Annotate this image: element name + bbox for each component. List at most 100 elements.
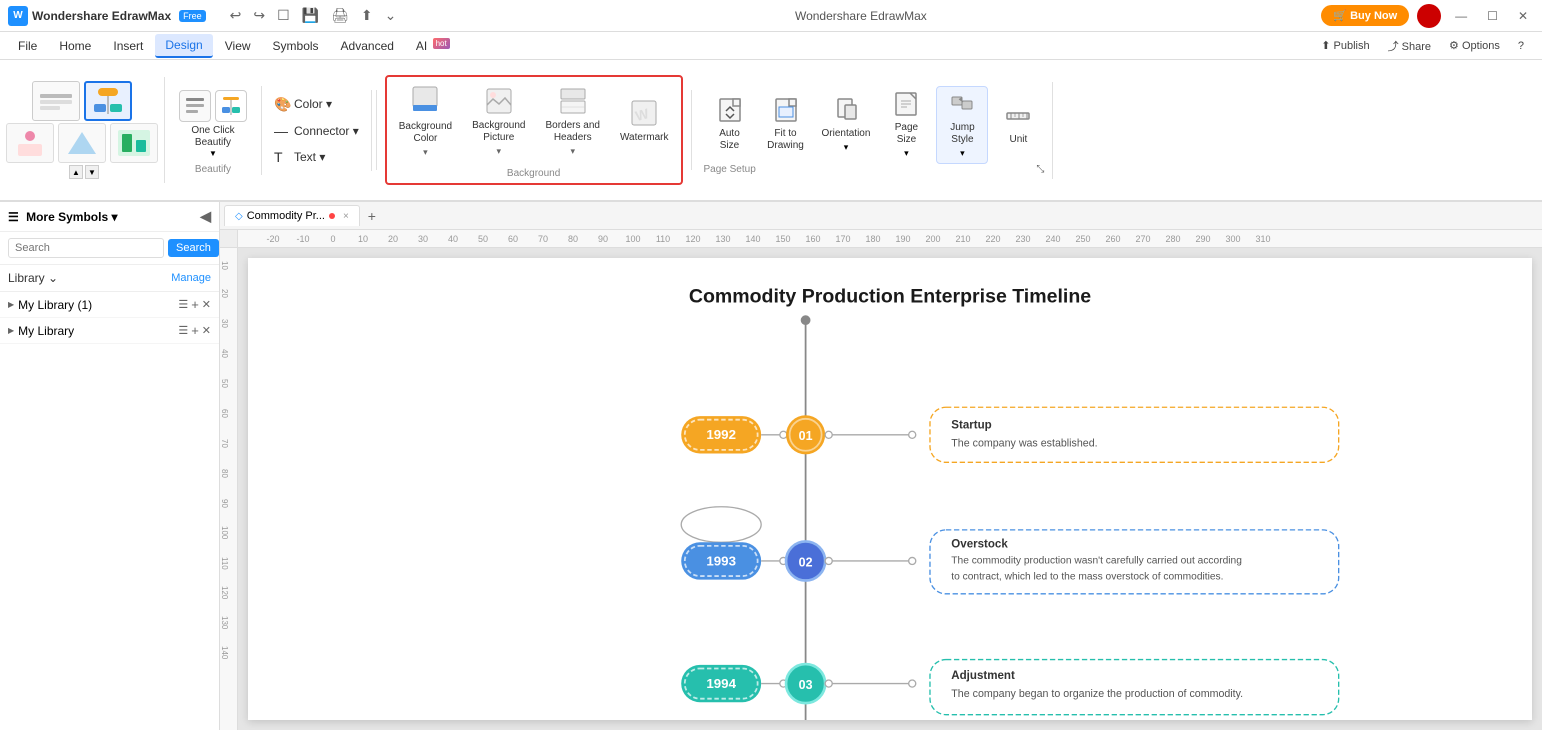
v-mark: 50: [220, 368, 229, 398]
tab-commodity[interactable]: ◇ Commodity Pr... ×: [224, 205, 360, 226]
canvas-with-rulers: -20 -10 0 10 20 30 40 50 60 70 80 90 100…: [220, 230, 1542, 730]
tab-close-btn[interactable]: ×: [343, 211, 349, 222]
export-btn[interactable]: ⬆: [357, 5, 377, 26]
watermark-btn[interactable]: W Watermark: [614, 95, 675, 148]
menu-advanced[interactable]: Advanced: [331, 35, 404, 57]
menu-file[interactable]: File: [8, 35, 47, 57]
tabs-bar: ◇ Commodity Pr... × +: [220, 202, 1542, 230]
new-doc-btn[interactable]: ☐: [273, 5, 294, 26]
redo-btn[interactable]: ↪: [249, 5, 269, 26]
scroll-up-btn[interactable]: ▲: [69, 165, 83, 179]
user-avatar[interactable]: [1417, 4, 1441, 28]
help-btn[interactable]: ?: [1512, 37, 1530, 55]
window-title: Wondershare EdrawMax: [400, 9, 1321, 23]
sidebar-collapse-btn[interactable]: ◀: [200, 208, 211, 225]
background-group-label: Background: [507, 166, 560, 179]
undo-btn[interactable]: ↩: [226, 5, 246, 26]
add-tab-btn[interactable]: +: [360, 204, 384, 228]
restore-btn[interactable]: ☐: [1481, 7, 1504, 25]
one-click-preview-5[interactable]: [110, 123, 158, 163]
main-area: ☰ More Symbols ▾ ◀ Search Library ⌄ Mana…: [0, 202, 1542, 730]
menu-symbols[interactable]: Symbols: [263, 35, 329, 57]
print-btn[interactable]: 🖨: [327, 5, 353, 26]
background-color-btn[interactable]: BackgroundColor ▾: [393, 81, 458, 162]
ruler-mark: 180: [858, 234, 888, 244]
timeline-diagram: Commodity Production Enterprise Timeline…: [248, 258, 1532, 720]
library-title: Library ⌄: [8, 271, 171, 285]
one-click-preview-4[interactable]: [58, 123, 106, 163]
bg-color-arrow: ▾: [423, 147, 428, 158]
page-size-btn[interactable]: PageSize ▾: [880, 87, 932, 163]
connector-label: Connector ▾: [294, 124, 359, 138]
ruler-mark: 50: [468, 234, 498, 244]
lib-add-1[interactable]: +: [191, 297, 199, 312]
menu-home[interactable]: Home: [49, 35, 101, 57]
diagram-title: Commodity Production Enterprise Timeline: [689, 285, 1091, 307]
ruler-mark: 170: [828, 234, 858, 244]
num-03-text: 03: [799, 678, 813, 692]
save-btn[interactable]: 💾: [298, 5, 323, 26]
background-picture-btn[interactable]: BackgroundPicture ▾: [466, 83, 531, 161]
canvas-page: Commodity Production Enterprise Timeline…: [248, 258, 1532, 720]
more-btn[interactable]: ⌄: [381, 5, 401, 26]
num-01-text: 01: [799, 429, 813, 443]
page-setup-expand[interactable]: ⤡: [1036, 164, 1044, 175]
publish-btn[interactable]: ⬆ Publish: [1315, 36, 1375, 55]
lib-add-2[interactable]: +: [191, 323, 199, 338]
buy-now-button[interactable]: 🛒 Buy Now: [1321, 5, 1409, 26]
minimize-btn[interactable]: —: [1449, 7, 1473, 25]
num-02-text: 02: [799, 555, 813, 569]
orientation-btn[interactable]: Orientation ▾: [816, 93, 877, 157]
lib-copy-2[interactable]: ☰: [178, 324, 188, 337]
manage-btn[interactable]: Manage: [171, 272, 211, 284]
my-library-2-item[interactable]: ▶ My Library ☰ + ✕: [0, 318, 219, 344]
unit-btn[interactable]: Unit: [992, 99, 1044, 150]
menu-ai[interactable]: AI hot: [406, 35, 460, 57]
text-btn[interactable]: T Text ▾: [270, 147, 363, 167]
lib-close-2[interactable]: ✕: [202, 324, 211, 337]
menu-design[interactable]: Design: [155, 34, 212, 58]
one-click-beautify-btn[interactable]: One ClickBeautify ▼: [171, 86, 255, 162]
my-library-1-item[interactable]: ▶ My Library (1) ☰ + ✕: [0, 292, 219, 318]
ribbon-group-one-click: ▲ ▼: [0, 77, 165, 183]
borders-headers-btn[interactable]: Borders andHeaders ▾: [539, 83, 605, 161]
ribbon: ▲ ▼: [0, 60, 1542, 202]
library-2-name: My Library: [18, 324, 178, 338]
auto-size-btn[interactable]: AutoSize: [704, 93, 756, 156]
search-button[interactable]: Search: [168, 239, 219, 257]
v-ruler-content: 10 20 30 40 50 60 70 80 90 100 110 120 1…: [220, 248, 237, 668]
jump-style-btn[interactable]: JumpStyle ▾: [936, 86, 988, 164]
close-btn[interactable]: ✕: [1512, 7, 1534, 25]
one-click-preview-1[interactable]: [32, 81, 80, 121]
orientation-label: Orientation: [822, 128, 871, 140]
orientation-icon: [833, 97, 859, 126]
menu-insert[interactable]: Insert: [103, 35, 153, 57]
fit-to-drawing-btn[interactable]: Fit toDrawing: [760, 93, 812, 156]
conn-end-2: [909, 557, 916, 564]
color-btn[interactable]: 🎨 Color ▾: [270, 94, 363, 115]
v-mark: 130: [220, 608, 229, 638]
canvas-viewport[interactable]: Commodity Production Enterprise Timeline…: [238, 248, 1542, 730]
text-icon: T: [274, 149, 290, 165]
ruler-mark: 30: [408, 234, 438, 244]
v-mark: 140: [220, 638, 229, 668]
one-click-preview-3[interactable]: [6, 123, 54, 163]
ruler-mark: 250: [1068, 234, 1098, 244]
connector-btn[interactable]: — Connector ▾: [270, 121, 363, 141]
year-1992-text: 1992: [706, 427, 736, 442]
top-dot: [801, 316, 810, 325]
options-btn[interactable]: ⚙ Options: [1443, 36, 1506, 55]
ruler-mark: 60: [498, 234, 528, 244]
jump-style-icon: [949, 91, 975, 120]
menu-view[interactable]: View: [215, 35, 261, 57]
v-mark: 100: [220, 518, 229, 548]
menu-items: File Home Insert Design View Symbols Adv…: [0, 34, 1303, 58]
window-actions: ↩ ↪ ☐ 💾 🖨 ⬆ ⌄: [226, 5, 401, 26]
titlebar: W Wondershare EdrawMax Free ↩ ↪ ☐ 💾 🖨 ⬆ …: [0, 0, 1542, 32]
lib-copy-1[interactable]: ☰: [178, 298, 188, 311]
scroll-down-btn[interactable]: ▼: [85, 165, 99, 179]
search-input[interactable]: [8, 238, 164, 258]
one-click-preview-2[interactable]: [84, 81, 132, 121]
lib-close-1[interactable]: ✕: [202, 298, 211, 311]
share-btn[interactable]: ⤴ Share: [1382, 35, 1437, 57]
